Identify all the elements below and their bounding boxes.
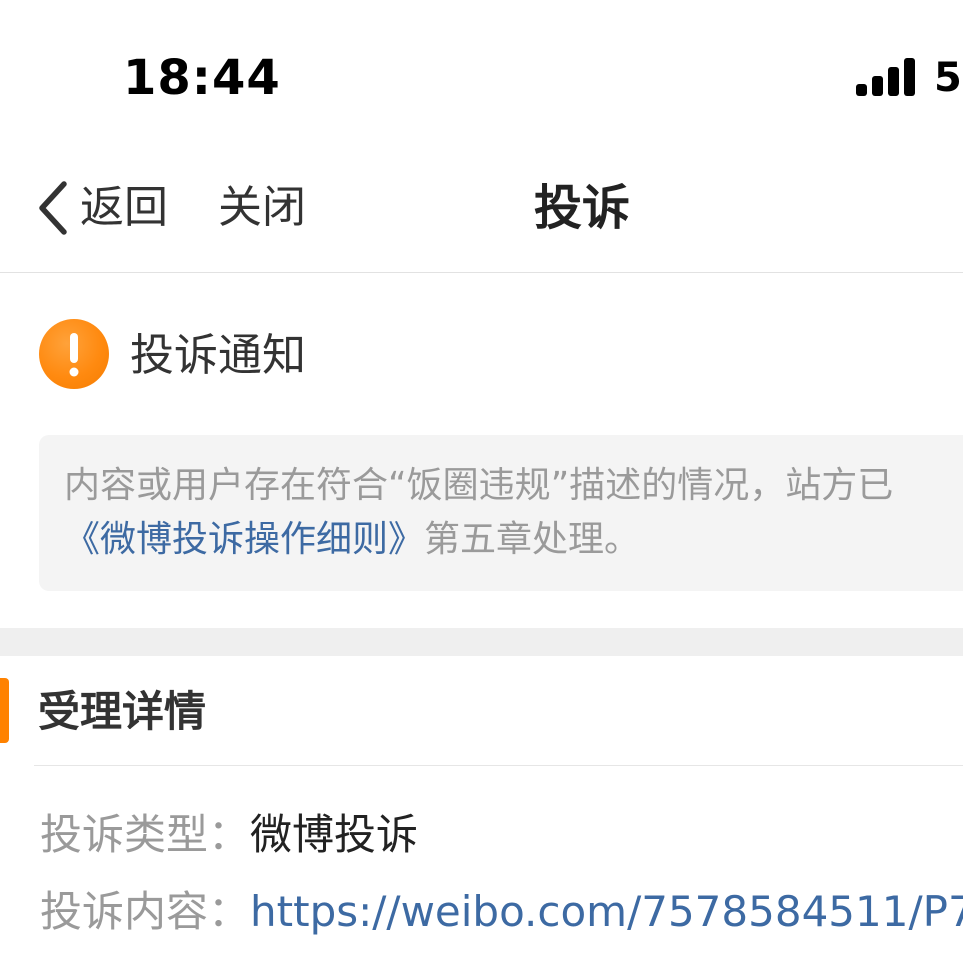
cellular-signal-icon (856, 58, 915, 96)
detail-value: 微博投诉 (250, 810, 419, 859)
notice-box (39, 435, 963, 591)
section-accent-bar (0, 678, 9, 743)
notice-text: 内容或用户存在符合“饭圈违规”描述的情况，站方已 (64, 465, 894, 506)
notice-title: 投诉通知 (130, 330, 306, 381)
section-separator (0, 628, 963, 656)
notice-tail: 第五章处理。 (424, 519, 641, 560)
notice-text-line2: 《微博投诉操作细则》第五章处理。 (64, 514, 640, 566)
details-divider (34, 765, 963, 766)
page-title: 投诉 (534, 180, 631, 236)
detail-row-content: 投诉内容： https://weibo.com/7578584511/P7j8S (40, 882, 963, 942)
back-button[interactable]: 返回 (34, 178, 168, 238)
details-heading: 受理详情 (38, 687, 207, 736)
close-button[interactable]: 关闭 (218, 178, 306, 238)
content-link[interactable]: https://weibo.com/7578584511/P7j8S (250, 882, 963, 942)
detail-label: 投诉类型： (40, 810, 251, 859)
exclamation-circle-icon (39, 319, 109, 389)
nav-divider (0, 272, 963, 273)
detail-label: 投诉内容： (40, 887, 251, 936)
detail-row-type: 投诉类型： 微博投诉 (40, 805, 418, 865)
chevron-left-icon (39, 181, 67, 235)
status-time: 18:44 (123, 50, 281, 106)
complaint-page: 18:44 5G 返回 关闭 投诉 投诉通知 内容或用户存在符合“饭圈违规”描述… (0, 0, 963, 963)
rules-link[interactable]: 《微博投诉操作细则》 (64, 519, 424, 560)
network-type: 5G (934, 55, 963, 101)
back-label: 返回 (80, 182, 168, 233)
